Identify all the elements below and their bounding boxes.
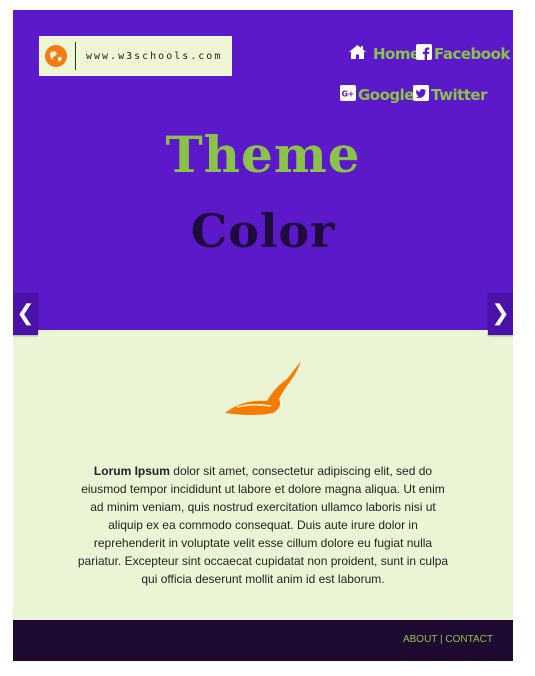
footer-contact-link[interactable]: CONTACT: [445, 634, 493, 645]
nav-home-link[interactable]: Home: [348, 44, 420, 64]
footer-about-link[interactable]: ABOUT: [403, 634, 437, 645]
nav-facebook-link[interactable]: Facebook: [416, 44, 510, 64]
feather-hat-icon: [223, 359, 303, 424]
nav-home-label: Home: [373, 45, 420, 63]
hero-title-line-2: Color: [190, 204, 336, 258]
home-icon: [348, 44, 367, 64]
content-lead: Lorum Ipsum: [93, 464, 170, 478]
hero-banner: www.w3schools.com Home Facebook G+ Googl…: [13, 10, 513, 330]
svg-text:G+: G+: [342, 90, 354, 99]
page: www.w3schools.com Home Facebook G+ Googl…: [13, 10, 513, 661]
content-body: dolor sit amet, consectetur adipiscing e…: [77, 464, 449, 586]
slideshow-prev-button[interactable]: ❮: [13, 293, 38, 335]
footer-separator: |: [440, 634, 443, 645]
nav-twitter-label: Twitter: [431, 86, 488, 104]
hero-title-line-1: Theme: [165, 125, 361, 184]
footer: ABOUT | CONTACT: [13, 620, 513, 661]
google-plus-icon: G+: [340, 85, 356, 105]
logo-divider: [75, 42, 76, 70]
footer-links: ABOUT | CONTACT: [403, 634, 493, 645]
nav-twitter-link[interactable]: Twitter: [413, 85, 488, 105]
slideshow-next-button[interactable]: ❯: [488, 293, 513, 335]
globe-icon: [45, 45, 67, 67]
content-paragraph: Lorum Ipsum dolor sit amet, consectetur …: [73, 462, 453, 588]
logo[interactable]: www.w3schools.com: [39, 36, 232, 76]
content-section: Lorum Ipsum dolor sit amet, consectetur …: [13, 330, 513, 620]
facebook-icon: [416, 44, 432, 64]
nav-facebook-label: Facebook: [434, 45, 510, 63]
twitter-icon: [413, 85, 429, 105]
logo-text: www.w3schools.com: [86, 50, 223, 62]
